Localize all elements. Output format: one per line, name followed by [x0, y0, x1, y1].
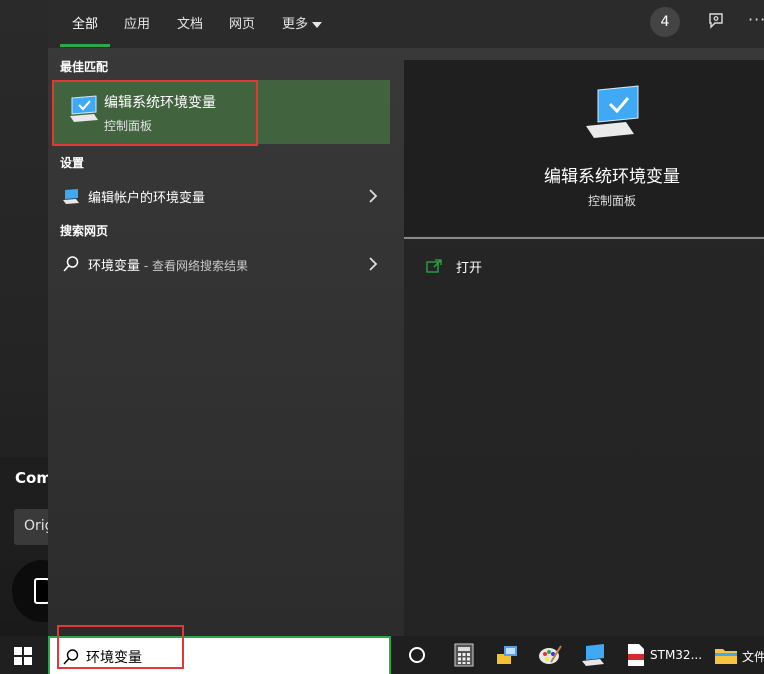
- rewards-badge[interactable]: 4: [650, 7, 680, 37]
- tab-all[interactable]: 全部: [72, 13, 98, 32]
- search-menu: 全部 应用 文档 网页 更多 4 ··· 最佳匹配 编辑系统环境变量 控制面板 …: [48, 0, 764, 636]
- feedback-icon[interactable]: [707, 12, 725, 30]
- search-input[interactable]: [86, 646, 366, 668]
- chevron-right-icon[interactable]: [368, 257, 378, 271]
- pdf-file-icon[interactable]: [622, 642, 648, 668]
- chevron-right-icon[interactable]: [368, 189, 378, 203]
- best-match-heading: 最佳匹配: [60, 60, 109, 74]
- preview-subtitle: 控制面板: [587, 194, 636, 208]
- web-search-query: 环境变量: [88, 259, 141, 274]
- search-filter-tabs: 全部 应用 文档 网页 更多 4 ···: [48, 0, 764, 48]
- background-window-panel: Com Orig: [0, 457, 54, 559]
- settings-heading: 设置: [60, 156, 85, 170]
- open-action-label: 打开: [456, 261, 483, 276]
- best-match-title: 编辑系统环境变量: [104, 95, 216, 111]
- calculator-icon[interactable]: [451, 642, 477, 668]
- network-app-icon[interactable]: [494, 642, 520, 668]
- settings-result[interactable]: 编辑帐户的环境变量: [54, 179, 390, 213]
- active-tab-indicator: [60, 44, 110, 47]
- preview-pane: 编辑系统环境变量 控制面板 打开: [404, 60, 764, 636]
- open-icon: [426, 259, 442, 273]
- windows-start-icon[interactable]: [14, 647, 32, 665]
- best-match-result[interactable]: 编辑系统环境变量 控制面板: [54, 80, 390, 144]
- tab-documents[interactable]: 文档: [177, 13, 203, 32]
- tab-apps[interactable]: 应用: [124, 13, 150, 32]
- results-list: 最佳匹配 编辑系统环境变量 控制面板 设置 编辑帐户的环境变量 搜索网页 环境变…: [48, 48, 390, 636]
- system-properties-icon[interactable]: [580, 642, 606, 668]
- tab-web[interactable]: 网页: [229, 13, 255, 32]
- best-match-subtitle: 控制面板: [104, 119, 153, 133]
- system-properties-icon: [586, 85, 639, 138]
- open-action[interactable]: 打开: [426, 256, 626, 280]
- web-search-suffix: - 查看网络搜索结果: [140, 259, 248, 273]
- file-explorer-icon[interactable]: [713, 642, 739, 668]
- preview-title: 编辑系统环境变量: [544, 167, 680, 187]
- web-search-result[interactable]: 环境变量 - 查看网络搜索结果: [54, 247, 390, 281]
- taskbar-stm32-label[interactable]: STM32...: [650, 648, 702, 662]
- system-properties-icon: [63, 189, 79, 204]
- background-window-title: Com: [15, 469, 48, 487]
- tab-more-label: 更多: [282, 17, 309, 32]
- search-icon: [63, 256, 79, 272]
- more-options-icon[interactable]: ···: [748, 10, 764, 29]
- taskbar-files-label[interactable]: 文件: [742, 648, 764, 665]
- taskbar-search-box[interactable]: [48, 636, 391, 674]
- system-properties-icon: [70, 95, 98, 122]
- cortana-icon[interactable]: [404, 642, 430, 668]
- chevron-down-icon: [312, 21, 323, 28]
- web-search-result-label: 环境变量 - 查看网络搜索结果: [88, 255, 248, 274]
- web-search-heading: 搜索网页: [60, 224, 109, 238]
- tab-more[interactable]: 更多: [282, 13, 323, 32]
- paint-icon[interactable]: [537, 642, 563, 668]
- settings-result-label: 编辑帐户的环境变量: [88, 191, 206, 206]
- search-icon: [63, 649, 79, 665]
- preview-divider: [404, 237, 764, 239]
